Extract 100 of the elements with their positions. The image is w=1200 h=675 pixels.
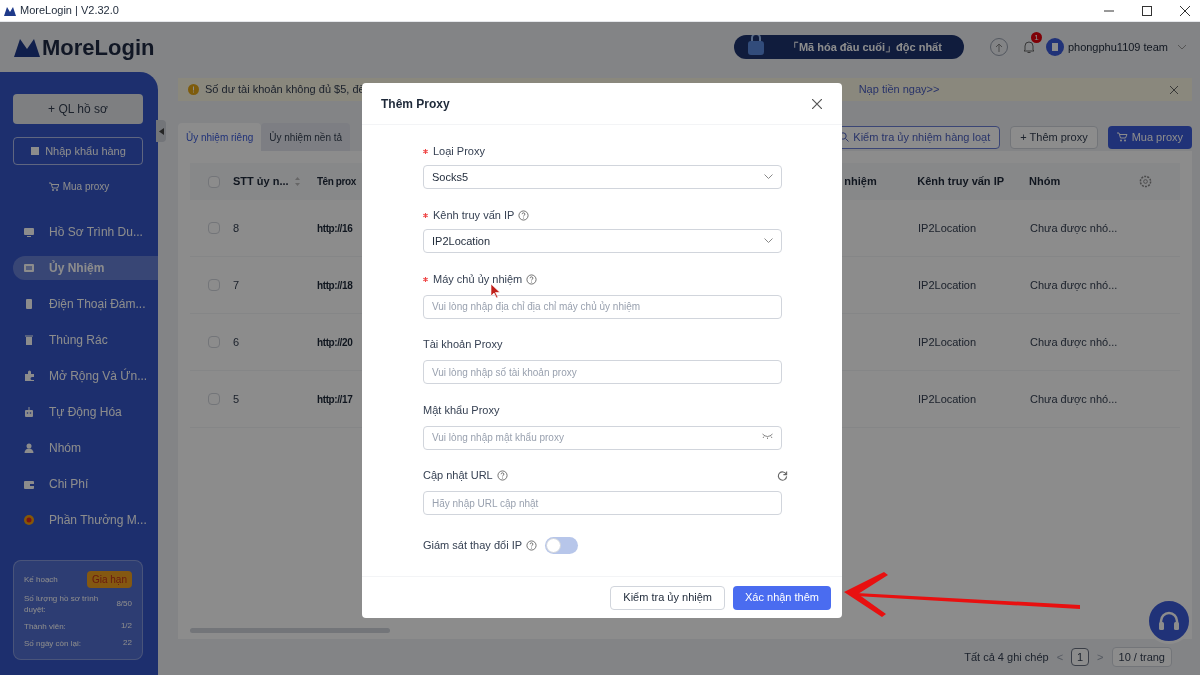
document-icon <box>30 146 41 156</box>
scrollbar[interactable] <box>190 628 390 633</box>
wallet-icon <box>23 478 35 490</box>
input-field[interactable]: Vui lòng nhập số tài khoản proxy <box>423 360 782 384</box>
plan-stat-value: 22 <box>123 637 132 649</box>
promo-text: 「Mã hóa đầu cuối」độc nhất <box>787 39 942 56</box>
collapse-handle[interactable] <box>156 120 166 142</box>
cart-icon <box>1116 132 1128 142</box>
page-button[interactable]: 1 <box>1071 648 1090 666</box>
puzzle-icon <box>23 370 35 382</box>
maximize-icon <box>1142 5 1152 16</box>
renew-button[interactable]: Gia hạn <box>86 571 132 588</box>
plan-stat-label: Thành viên: <box>24 620 66 632</box>
row-checkbox[interactable] <box>208 279 220 291</box>
logo-text: MoreLogin <box>42 33 155 62</box>
promo-banner[interactable]: 「Mã hóa đầu cuối」độc nhất <box>733 35 964 59</box>
row-checkbox[interactable] <box>208 336 220 348</box>
next-page-button[interactable]: > <box>1097 648 1104 666</box>
add-proxy-button[interactable]: + Thêm proxy <box>1010 125 1098 149</box>
record-count: Tất cả 4 ghi chép <box>964 649 1049 665</box>
sidebar-item[interactable]: Thùng Rác <box>13 328 158 352</box>
refresh-icon <box>777 470 788 481</box>
notification-badge: 1 <box>1030 32 1042 43</box>
sidebar-item[interactable]: Điện Thoại Đám... <box>13 292 158 316</box>
tab[interactable]: Ủy nhiệm nền tả <box>261 123 351 151</box>
table-cell-text: IP2Location <box>918 334 977 350</box>
list-icon <box>23 262 35 274</box>
headset-icon <box>1157 610 1181 632</box>
chevron-down-icon <box>764 238 773 244</box>
select-all-checkbox[interactable] <box>208 175 220 188</box>
cart-icon <box>48 182 59 191</box>
select-field[interactable]: Socks5 <box>423 165 782 189</box>
dialog-title: Thêm Proxy <box>381 95 450 113</box>
plan-stat-value: 8/50 <box>116 598 132 610</box>
field-label: Giám sát thay đổi IP <box>423 537 523 553</box>
close-button[interactable] <box>811 97 823 110</box>
search-icon <box>839 132 850 142</box>
input-field[interactable]: Vui lòng nhập địa chỉ địa chỉ máy chủ ủy nhiệm <box>423 294 782 319</box>
logo-icon <box>14 37 40 57</box>
row-checkbox[interactable] <box>208 222 220 234</box>
triangle-left-icon <box>158 127 164 135</box>
table-cell-text: http://17 <box>317 392 353 407</box>
bell-icon <box>1022 40 1035 54</box>
table-cell-text: Chưa được nhó... <box>1030 277 1118 293</box>
sidebar-item[interactable]: Nhóm <box>13 436 158 460</box>
close-icon <box>1180 5 1190 16</box>
caret-icon <box>1178 44 1186 50</box>
phone-icon <box>23 298 35 310</box>
column-header: nhiệm <box>844 174 877 190</box>
field-label: Mật khẩu Proxy <box>423 402 500 418</box>
sidebar-item[interactable]: Chi Phí <box>13 472 158 496</box>
buy-proxy-button[interactable]: Mua proxy <box>1107 125 1192 149</box>
sidebar-item[interactable]: Hồ Sơ Trình Du... <box>13 220 158 244</box>
plan-stat-label: Số ngày còn lại: <box>24 637 81 649</box>
top-up-link[interactable]: Nạp tiền ngay>> <box>858 81 940 98</box>
column-header: Tên prox <box>316 175 356 189</box>
table-cell-text: Chưa được nhó... <box>1030 220 1118 236</box>
window-title: MoreLogin | V2.32.0 <box>20 3 119 19</box>
robot-icon <box>23 406 35 418</box>
avatar-icon <box>1045 38 1064 56</box>
table-cell-text: 6 <box>233 334 240 350</box>
table-cell-text: IP2Location <box>918 277 977 293</box>
select-field[interactable]: IP2Location <box>423 229 782 253</box>
table-cell-text: Chưa được nhó... <box>1030 391 1118 407</box>
field-label: Máy chủ ủy nhiệm <box>433 271 523 287</box>
field-label: Tài khoản Proxy <box>423 337 503 353</box>
table-cell-text: IP2Location <box>918 220 977 236</box>
table-cell-text: IP2Location <box>918 391 977 407</box>
sort-icon <box>294 177 300 186</box>
table-cell-text: http://18 <box>317 278 353 293</box>
import-button[interactable]: Nhập khẩu hàng <box>13 137 143 165</box>
toggle-switch[interactable] <box>545 536 579 554</box>
tab[interactable]: Ủy nhiệm riêng <box>178 123 262 151</box>
sidebar-item[interactable]: Phần Thưởng M... <box>13 508 158 532</box>
input-field[interactable]: Vui lòng nhập mật khẩu proxy <box>423 425 782 450</box>
table-cell-text: Chưa được nhó... <box>1030 334 1118 350</box>
confirm-button[interactable]: Xác nhận thêm <box>733 585 831 610</box>
table-cell-text: 8 <box>233 220 240 236</box>
column-header: STT ủy n... <box>233 174 289 190</box>
user-name[interactable]: phongphu1109 team <box>1067 38 1168 56</box>
buy-proxy-link[interactable]: Mua proxy <box>48 179 110 194</box>
warning-icon <box>188 84 199 95</box>
sidebar-item[interactable]: Tự Động Hóa <box>13 400 158 424</box>
eye-closed-icon <box>762 433 773 439</box>
input-field[interactable]: Hãy nhập URL cập nhật <box>423 491 782 515</box>
create-profile-button[interactable]: + QL hồ sơ <box>13 94 143 124</box>
field-label: Cập nhật URL <box>423 468 493 484</box>
plan-label: Kế hoạch <box>24 573 58 586</box>
settings-icon <box>1139 175 1152 188</box>
sidebar-item[interactable]: Mở Rộng Và Ứn... <box>13 364 158 388</box>
check-proxy-button[interactable]: Kiểm tra ủy nhiệm <box>610 585 725 610</box>
page-size-select[interactable]: 10 / trang <box>1111 647 1172 667</box>
column-header: Kênh truy vấn IP <box>917 174 1005 190</box>
close-icon <box>1170 85 1178 94</box>
row-checkbox[interactable] <box>208 393 220 405</box>
column-header: Nhóm <box>1029 174 1061 190</box>
medal-icon <box>23 514 35 526</box>
previous-page-button[interactable]: < <box>1056 648 1064 666</box>
person-icon <box>23 442 35 454</box>
table-cell-text: http://20 <box>317 335 353 350</box>
